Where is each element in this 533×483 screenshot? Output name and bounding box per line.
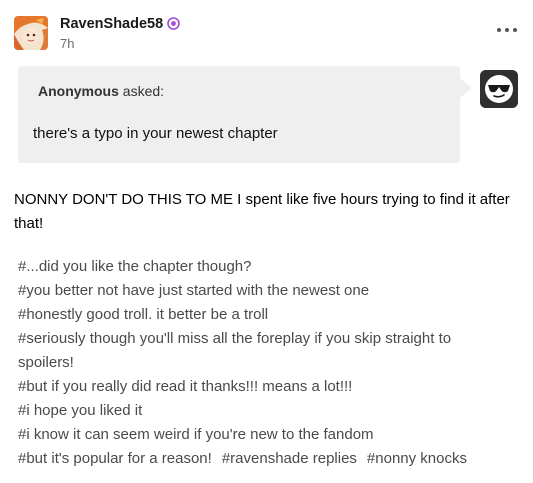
tag[interactable]: #ravenshade replies: [222, 450, 357, 467]
avatar-image: [14, 16, 48, 50]
ask-question: there's a typo in your newest chapter: [33, 125, 278, 142]
ellipsis-icon: [497, 28, 501, 32]
ellipsis-dot: [513, 28, 517, 32]
tag-line: #but if you really did read it thanks!!!…: [18, 375, 523, 399]
post-header: RavenShade58 7h: [14, 14, 519, 54]
tag-line: #i hope you liked it: [18, 399, 523, 423]
tag-line: #honestly good troll. it better be a tro…: [18, 303, 523, 327]
username-link[interactable]: RavenShade58: [60, 16, 163, 32]
tag-line: #but it's popular for a reason! #ravensha…: [18, 447, 523, 471]
tag[interactable]: #you better not have just started with t…: [18, 282, 369, 299]
ask-box: Anonymous asked: there's a typo in your …: [18, 66, 472, 163]
post-timestamp: 7h: [60, 36, 75, 51]
tag[interactable]: #seriously though you'll miss all the fo…: [18, 330, 451, 371]
tag[interactable]: #but if you really did read it thanks!!!…: [18, 378, 352, 395]
tag[interactable]: #nonny knocks: [367, 450, 467, 467]
tag[interactable]: #i hope you liked it: [18, 402, 142, 419]
ellipsis-dot: [505, 28, 509, 32]
asker-name: Anonymous: [38, 83, 119, 99]
asked-label: asked:: [122, 83, 165, 99]
tag[interactable]: #honestly good troll. it better be a tro…: [18, 306, 268, 323]
tag-line: #seriously though you'll miss all the fo…: [18, 327, 508, 375]
tag-line: #i know it can seem weird if you're new …: [18, 423, 523, 447]
more-options-button[interactable]: [497, 24, 519, 36]
tag-line: #...did you like the chapter though?: [18, 255, 523, 279]
sunglasses-anon-icon: [480, 70, 518, 108]
tag[interactable]: #but it's popular for a reason!: [18, 450, 212, 467]
pronoun-badge-icon: [167, 17, 180, 30]
asker-line: Anonymous asked:: [38, 83, 164, 99]
answer-text: NONNY DON'T DO THIS TO ME I spent like f…: [14, 191, 510, 232]
tag[interactable]: #...did you like the chapter though?: [18, 258, 252, 275]
tag[interactable]: #i know it can seem weird if you're new …: [18, 426, 374, 443]
tag-list: #...did you like the chapter though? #yo…: [18, 255, 523, 471]
username-line: RavenShade58: [60, 16, 180, 32]
tag-line: #you better not have just started with t…: [18, 279, 523, 303]
avatar[interactable]: [14, 16, 48, 50]
